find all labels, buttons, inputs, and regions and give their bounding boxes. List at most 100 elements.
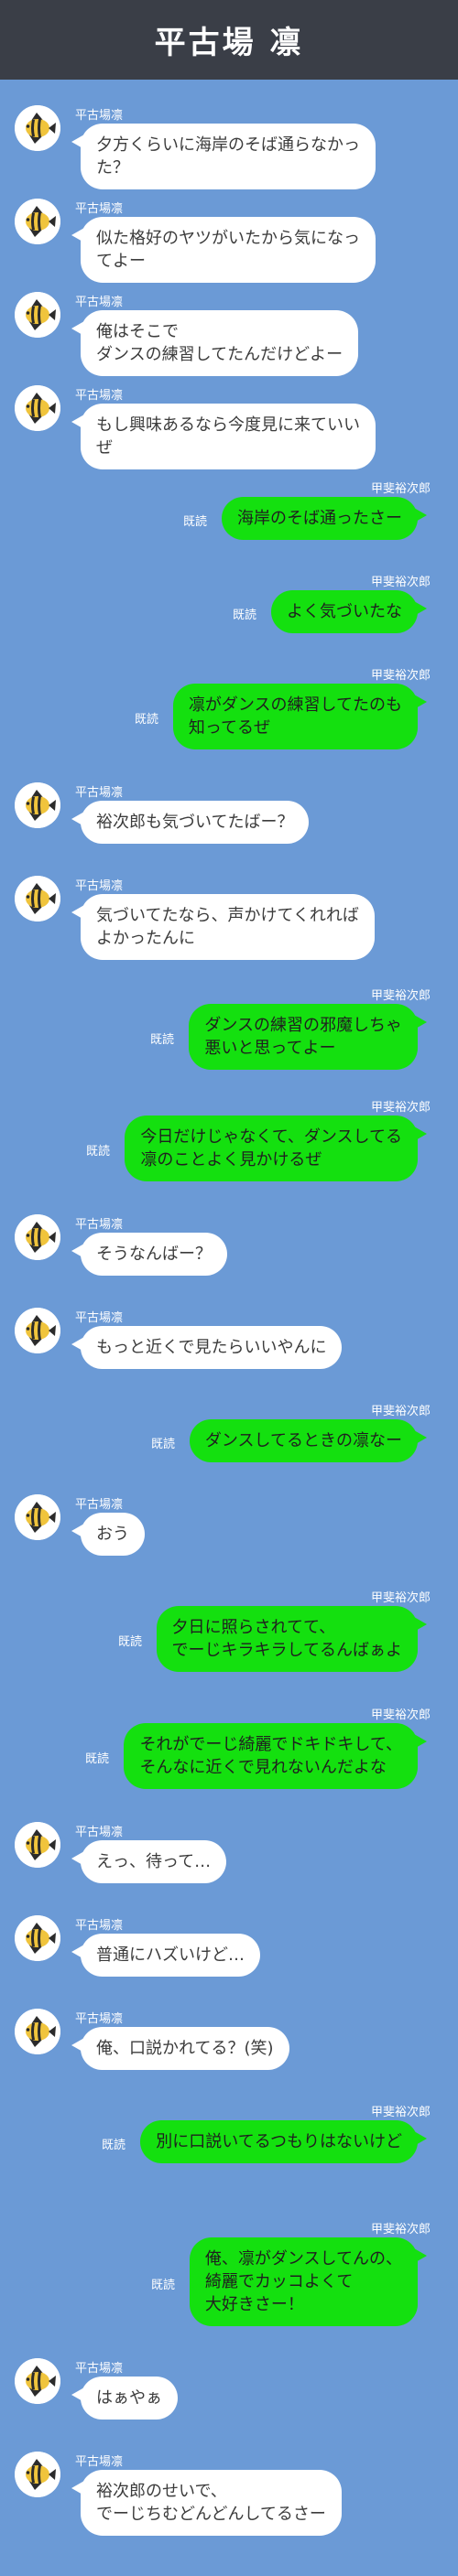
message-text-line: もし興味あるなら今度見に来ていい <box>96 415 360 435</box>
message-text-line: 知ってるぜ <box>188 718 270 738</box>
angelfish-icon[interactable] <box>15 2358 60 2404</box>
message-text-line: 凛のことよく見かけるぜ <box>140 1150 322 1169</box>
chat-header: 平古場 凛 <box>0 0 458 80</box>
sender-name: 甲斐裕次郎 <box>370 1708 431 1722</box>
sender-name: 甲斐裕次郎 <box>370 2223 431 2236</box>
angelfish-icon[interactable] <box>15 2452 60 2497</box>
message-bubble[interactable]: 俺はそこでダンスの練習してたんだけどよー <box>71 310 359 376</box>
message-bubble[interactable]: もっと近くで見たらいいやんに <box>71 1326 343 1369</box>
message-bubble[interactable]: おう <box>71 1513 145 1556</box>
angelfish-icon[interactable] <box>15 1915 60 1961</box>
sender-name: 甲斐裕次郎 <box>370 989 431 1003</box>
read-receipt: 既読 <box>150 1438 175 1451</box>
message-text-line: 俺はそこで <box>96 322 179 341</box>
angelfish-icon[interactable] <box>15 292 60 338</box>
message-text-line: 凛がダンスの練習してたのも <box>188 695 402 715</box>
sender-name: 甲斐裕次郎 <box>370 2106 431 2119</box>
angelfish-icon[interactable] <box>15 1308 60 1353</box>
sender-name: 平古場凛 <box>75 1919 124 1933</box>
read-receipt: 既読 <box>150 2279 175 2292</box>
read-receipt: 既読 <box>85 1145 110 1159</box>
sender-name: 平古場凛 <box>75 296 124 309</box>
message-text-line: ダンスしてるときの凛なー <box>204 1431 402 1450</box>
angelfish-icon[interactable] <box>15 1214 60 1260</box>
sender-name: 平古場凛 <box>75 2455 124 2469</box>
message-bubble[interactable]: ダンスの練習の邪魔しちゃ 悪いと思ってよー <box>189 1004 427 1070</box>
message-bubble[interactable]: えっ、待って… <box>71 1840 227 1883</box>
sender-name: 平古場凛 <box>75 1311 124 1325</box>
sender-name: 平古場凛 <box>75 786 124 800</box>
message-bubble[interactable]: 普通にハズいけど… <box>71 1934 260 1977</box>
message-text-line: もっと近くで見たらいいやんに <box>96 1338 327 1357</box>
message-bubble[interactable]: 似た格好のヤツがいたから気になっ てよー <box>71 217 376 283</box>
message-text-line: 大好きさー！ <box>204 2295 304 2314</box>
read-receipt: 既読 <box>182 515 207 529</box>
message-bubble[interactable]: それがでーじ綺麗でドキドキして、 そんなに近くで見れないんだよな <box>124 1723 427 1789</box>
sender-name: 平古場凛 <box>75 389 124 403</box>
message-bubble[interactable]: 夕方くらいに海岸のそば通らなかっ た？ <box>71 124 376 189</box>
sender-name: 平古場凛 <box>75 2012 124 2026</box>
message-bubble[interactable]: 裕次郎も気づいてたばー？ <box>71 801 310 844</box>
message-text-line: 俺、凛がダンスしてんの、 <box>204 2249 402 2269</box>
sender-name: 甲斐裕次郎 <box>370 669 431 683</box>
sender-name: 平古場凛 <box>75 1218 124 1232</box>
angelfish-icon[interactable] <box>15 1822 60 1868</box>
angelfish-icon[interactable] <box>15 2009 60 2054</box>
message-text-line: よく気づいたな <box>287 602 402 621</box>
read-receipt: 既読 <box>232 609 256 622</box>
message-text-line: 裕次郎のせいで、 <box>96 2482 227 2501</box>
message-bubble[interactable]: 別に口説いてるつもりはないけど <box>140 2120 427 2163</box>
read-receipt: 既読 <box>149 1033 174 1047</box>
angelfish-icon[interactable] <box>15 1494 60 1540</box>
message-bubble[interactable]: 俺、口説かれてる？(笑) <box>71 2027 289 2070</box>
message-text-line: ダンスの練習してたんだけどよー <box>96 345 344 364</box>
message-text-line: おう <box>96 1525 129 1544</box>
message-bubble[interactable]: はぁやぁ <box>71 2377 178 2420</box>
angelfish-icon[interactable] <box>15 385 60 431</box>
message-text-line: た？ <box>96 158 129 178</box>
message-bubble[interactable]: 今日だけじゃなくて、ダンスしてる 凛のことよく見かけるぜ <box>125 1116 427 1181</box>
message-text-line: 夕方くらいに海岸のそば通らなかっ <box>96 135 360 155</box>
angelfish-icon[interactable] <box>15 199 60 244</box>
message-bubble[interactable]: ダンスしてるときの凛なー <box>189 1419 428 1462</box>
message-text-line: でーじキラキラしてるんばぁよ <box>171 1641 402 1660</box>
read-receipt: 既読 <box>101 2139 125 2152</box>
message-text-line: 今日だけじゃなくて、ダンスしてる <box>140 1127 402 1147</box>
message-text-line: そうなんばー？ <box>96 1245 212 1264</box>
sender-name: 甲斐裕次郎 <box>370 1101 431 1115</box>
message-bubble[interactable]: 気づいてたなら、声かけてくれれば よかったんに <box>71 894 375 960</box>
message-text-line: 夕日に照らされてて、 <box>171 1618 336 1637</box>
message-text-line: 裕次郎も気づいてたばー？ <box>96 813 294 832</box>
sender-name: 平古場凛 <box>75 109 124 123</box>
sender-name: 甲斐裕次郎 <box>370 1405 431 1418</box>
sender-name: 甲斐裕次郎 <box>370 1591 431 1605</box>
message-text-line: でーじちむどんどんしてるさー <box>96 2505 326 2524</box>
message-text-line: 気づいてたなら、声かけてくれれば <box>96 906 359 925</box>
message-text-line: ダンスの練習の邪魔しちゃ <box>204 1016 402 1035</box>
message-text-line: それがでーじ綺麗でドキドキして、 <box>139 1735 402 1754</box>
message-text-line: てよー <box>96 252 146 271</box>
message-bubble[interactable]: そうなんばー？ <box>71 1233 227 1276</box>
read-receipt: 既読 <box>134 713 158 727</box>
angelfish-icon[interactable] <box>15 876 60 922</box>
angelfish-icon[interactable] <box>15 105 60 151</box>
message-bubble[interactable]: 凛がダンスの練習してたのも 知ってるぜ <box>172 684 428 749</box>
message-text-line: 海岸のそば通ったさー <box>237 509 402 528</box>
message-bubble[interactable]: 俺、凛がダンスしてんの、 綺麗でカッコよくて 大好きさー！ <box>189 2237 428 2326</box>
message-text-line: 悪いと思ってよー <box>204 1039 336 1058</box>
message-bubble[interactable]: 裕次郎のせいで、でーじちむどんどんしてるさー <box>71 2470 342 2536</box>
message-bubble[interactable]: もし興味あるなら今度見に来ていいぜ <box>71 404 376 469</box>
angelfish-icon[interactable] <box>15 782 60 828</box>
sender-name: 平古場凛 <box>75 202 124 216</box>
sender-name: 甲斐裕次郎 <box>370 576 431 589</box>
message-bubble[interactable]: よく気づいたな <box>271 590 427 633</box>
message-text-line: そんなに近くで見れないんだよな <box>139 1758 387 1777</box>
message-text-line: 似た格好のヤツがいたから気になっ <box>96 229 360 248</box>
message-bubble[interactable]: 夕日に照らされてて、でーじキラキラしてるんばぁよ <box>156 1606 428 1672</box>
message-bubble[interactable]: 海岸のそば通ったさー <box>222 497 427 540</box>
message-text-line: 普通にハズいけど… <box>96 1945 245 1965</box>
message-list[interactable]: 平古場凛 夕方くらいに海岸のそば通らなかっ た？ 平古場凛 似た格好のヤツがいたから気に… <box>0 80 458 2576</box>
sender-name: 平古場凛 <box>75 2362 124 2376</box>
message-text-line: ぜ <box>96 438 113 458</box>
read-receipt: 既読 <box>84 1752 109 1766</box>
